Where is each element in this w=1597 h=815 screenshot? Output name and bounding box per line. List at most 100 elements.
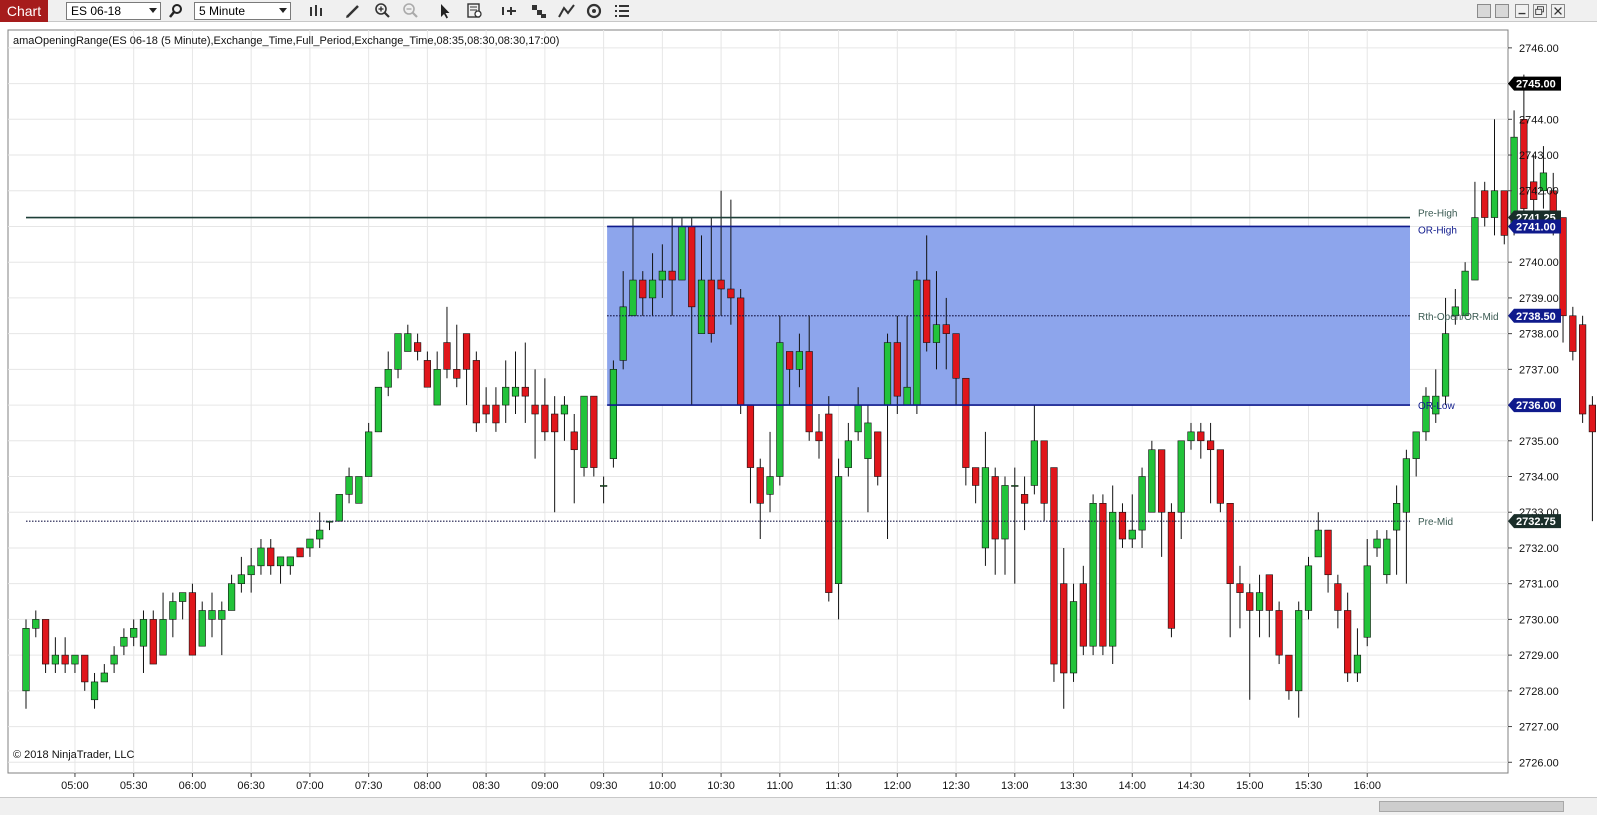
candle-body — [1441, 333, 1450, 397]
candle-body — [502, 386, 510, 406]
candle-body — [218, 610, 226, 620]
candle-body — [1363, 565, 1371, 638]
candle-body — [227, 583, 236, 611]
properties-icon[interactable] — [612, 2, 632, 20]
interval-value: 5 Minute — [199, 4, 246, 18]
horizontal-scrollbar[interactable] — [0, 797, 1597, 815]
price-tag-label: 2736.00 — [1516, 400, 1556, 412]
candle-body — [1197, 431, 1205, 442]
candle-body — [560, 404, 569, 415]
candle-body — [1314, 529, 1322, 558]
tile-window-icon[interactable] — [1477, 4, 1491, 18]
candle-body — [276, 556, 285, 567]
candle-body — [942, 324, 950, 334]
candle-body — [316, 529, 324, 540]
candle — [355, 476, 363, 504]
indicators-icon[interactable] — [557, 2, 577, 20]
candle-body — [600, 485, 608, 487]
zoom-out-icon[interactable] — [401, 2, 421, 20]
candle-body — [727, 288, 735, 299]
candle-body — [795, 351, 804, 370]
candle-body — [394, 333, 402, 370]
cascade-window-icon[interactable] — [1495, 4, 1509, 18]
candle-body — [932, 324, 941, 343]
search-icon[interactable] — [166, 2, 186, 20]
candle-body — [1128, 529, 1136, 540]
last-price-tag: 2745.00 — [1508, 76, 1561, 91]
candle-body — [1206, 440, 1215, 451]
price-tag-label: 2745.00 — [1516, 79, 1556, 91]
candle — [188, 583, 197, 656]
y-tick-label: 2731.00 — [1519, 579, 1559, 591]
close-icon[interactable] — [1551, 4, 1565, 18]
candle-body — [1138, 476, 1146, 531]
x-tick-label: 14:30 — [1177, 780, 1205, 792]
candle-body — [32, 619, 40, 629]
x-tick-label: 08:30 — [472, 780, 500, 792]
bar-spacing-icon[interactable] — [499, 2, 519, 20]
level-price-tag: 2732.75 — [1508, 514, 1561, 529]
x-tick-label: 07:30 — [355, 780, 383, 792]
y-tick-label: 2732.00 — [1519, 543, 1559, 555]
x-tick-label: 12:00 — [884, 780, 912, 792]
x-tick-label: 16:00 — [1353, 780, 1381, 792]
candle-body — [815, 431, 823, 442]
y-tick-label: 2729.00 — [1519, 650, 1559, 662]
candle-body — [668, 270, 676, 281]
candle-body — [22, 628, 30, 692]
candle-body — [296, 547, 304, 558]
data-box-icon[interactable] — [465, 2, 485, 20]
candle-body — [707, 279, 715, 334]
price-tag-label: 2732.75 — [1516, 516, 1556, 528]
candle-body — [952, 333, 960, 379]
candle-body — [521, 386, 529, 397]
scroll-thumb[interactable] — [1379, 801, 1564, 812]
candle-body — [130, 628, 138, 638]
chart-style-icon[interactable] — [529, 2, 549, 20]
price-chart[interactable]: Pre-High OR-High Rth-Open/OR-Mid OR-Low Pre-… — [0, 22, 1597, 797]
y-tick-label: 2735.00 — [1519, 436, 1559, 448]
zoom-in-icon[interactable] — [373, 2, 393, 20]
candle-body — [1461, 270, 1469, 317]
candle-body — [198, 610, 206, 647]
level-name-label: OR-High — [1418, 225, 1457, 236]
candle-body — [1500, 190, 1508, 236]
candle-body — [923, 279, 931, 343]
pointer-icon[interactable] — [435, 2, 455, 20]
candle-body — [717, 279, 725, 290]
candle — [825, 396, 833, 602]
x-tick-label: 05:00 — [61, 780, 89, 792]
candle-body — [335, 494, 343, 522]
y-tick-label: 2730.00 — [1519, 614, 1559, 626]
pencil-icon[interactable] — [343, 2, 363, 20]
instrument-selector[interactable]: ES 06-18 — [66, 2, 161, 20]
y-tick-label: 2739.00 — [1519, 293, 1559, 305]
candle-body — [1285, 654, 1293, 692]
strategies-icon[interactable] — [584, 2, 604, 20]
level-price-tag: 2738.50 — [1508, 308, 1561, 323]
interval-selector[interactable]: 5 Minute — [194, 2, 291, 20]
time-axis[interactable]: 05:00 05:30 06:00 06:30 07:00 07:30 08:00 08:30… — [61, 773, 1381, 792]
level-price-tag: 2741.00 — [1508, 219, 1561, 234]
candle-body — [1020, 494, 1029, 504]
minimize-icon[interactable] — [1515, 4, 1529, 18]
y-tick-label: 2734.00 — [1519, 472, 1559, 484]
candle-body — [648, 279, 657, 299]
candle-body — [1069, 601, 1078, 674]
chart-tab[interactable]: Chart — [0, 0, 48, 22]
candle-body — [453, 369, 461, 379]
candle-body — [1226, 503, 1234, 584]
indicator-label: amaOpeningRange(ES 06-18 (5 Minute),Exch… — [13, 35, 559, 47]
candle-body — [551, 413, 559, 433]
candle-body — [805, 351, 813, 433]
bar-type-icon[interactable] — [306, 2, 326, 20]
candle-body — [825, 413, 833, 593]
candle-body — [1383, 538, 1391, 576]
candle-body — [110, 654, 118, 665]
y-tick-label: 2742.00 — [1519, 186, 1559, 198]
candle — [296, 547, 304, 558]
candle — [1216, 449, 1224, 513]
candle-body — [1060, 583, 1068, 674]
restore-icon[interactable] — [1533, 4, 1547, 18]
candle-body — [570, 431, 578, 451]
